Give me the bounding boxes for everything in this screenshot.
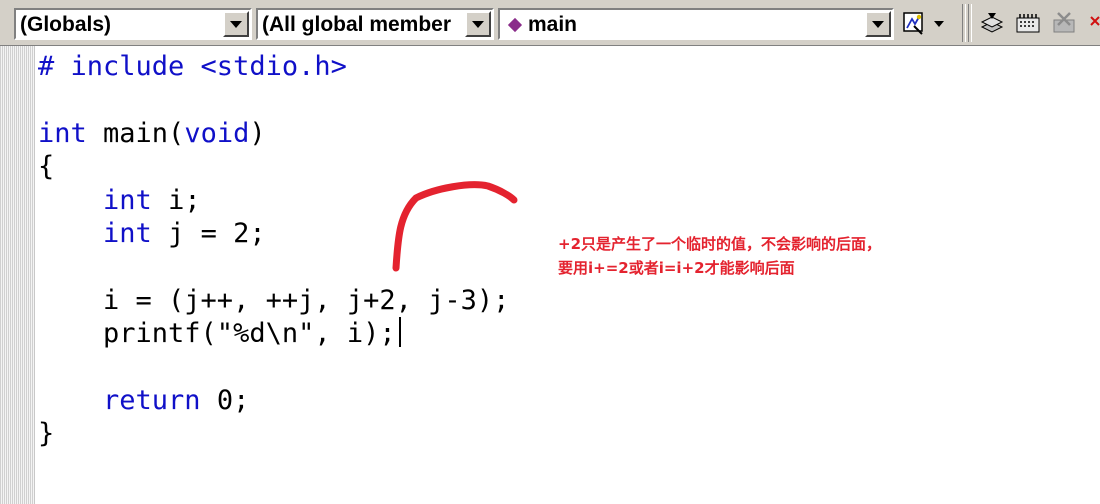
red-annotation-stroke	[392, 181, 518, 272]
function-combo-dropdown-button[interactable]	[865, 11, 891, 37]
function-combo[interactable]: main	[498, 8, 894, 40]
annotation-line-2: 要用i+=2或者i=i+2才能影响后面	[558, 259, 795, 277]
dropdown-arrow-icon[interactable]	[928, 9, 950, 37]
members-combo-value: (All global member	[262, 13, 452, 36]
chevron-down-icon	[472, 20, 484, 28]
toolbar-separator	[968, 4, 972, 42]
chevron-down-icon	[872, 20, 884, 28]
chevron-down-icon	[230, 20, 242, 28]
compile-icon[interactable]	[978, 9, 1006, 37]
wizard-bar-icon[interactable]	[900, 9, 928, 37]
close-icon[interactable]	[1090, 9, 1100, 37]
wizard-toolbar: (Globals) (All global member main	[0, 0, 1100, 46]
members-combo-dropdown-button[interactable]	[465, 11, 491, 37]
members-combo[interactable]: (All global member	[256, 8, 494, 40]
stop-build-icon[interactable]	[1050, 9, 1078, 37]
function-icon	[507, 17, 523, 33]
scope-combo[interactable]: (Globals)	[14, 8, 252, 40]
code-editor[interactable]: # include <stdio.h> int main(void){ int …	[0, 46, 1100, 504]
build-icon[interactable]	[1014, 9, 1042, 37]
function-combo-value: main	[504, 12, 862, 38]
scope-combo-dropdown-button[interactable]	[223, 11, 249, 37]
function-combo-label: main	[528, 13, 578, 36]
annotation-line-1: +2只是产生了一个临时的值，不会影响的后面，	[558, 235, 882, 253]
scope-combo-value: (Globals)	[20, 13, 112, 36]
annotation-note: +2只是产生了一个临时的值，不会影响的后面， 要用i+=2或者i=i+2才能影响…	[558, 232, 881, 280]
toolbar-separator	[962, 4, 966, 42]
